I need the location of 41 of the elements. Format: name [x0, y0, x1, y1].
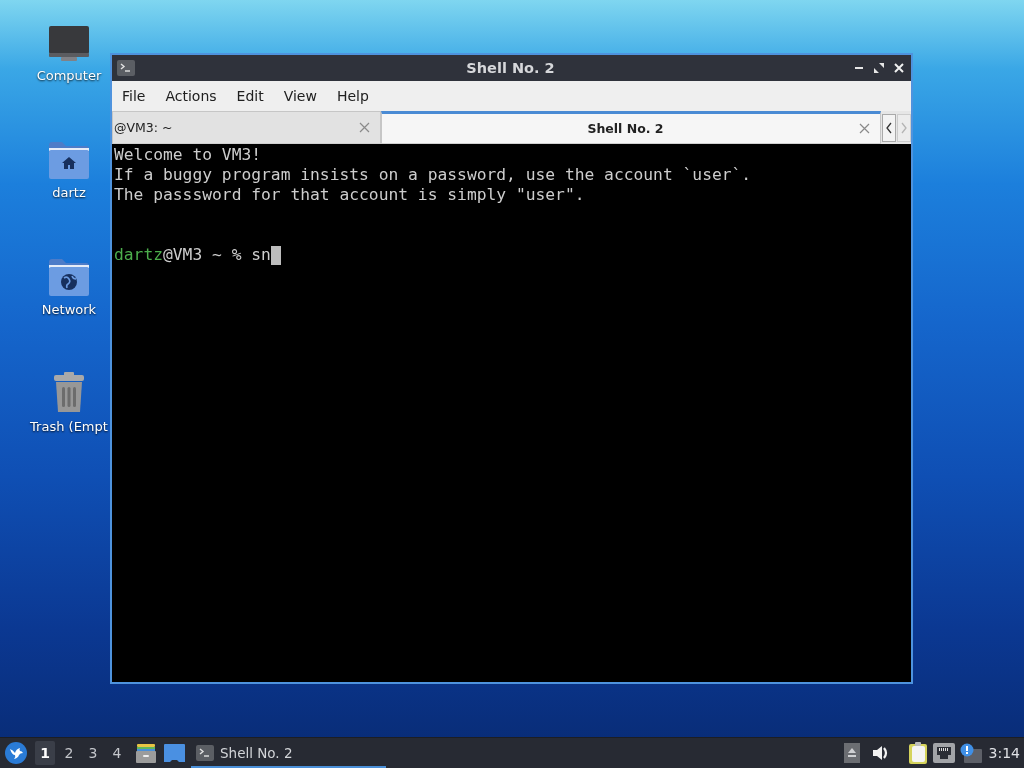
maximize-icon[interactable] — [874, 63, 884, 73]
menu-item[interactable]: Edit — [226, 84, 274, 108]
icon-label[interactable]: Trash (Empt — [30, 419, 108, 434]
home-folder-icon[interactable] — [48, 141, 90, 179]
window-title: Shell No. 2 — [466, 60, 555, 76]
tab[interactable]: @VM3: ~ — [112, 111, 381, 144]
menu-item[interactable]: Actions — [155, 84, 227, 108]
prompt-line: dartz@VM3 ~ % sn — [114, 245, 271, 265]
workspace-button[interactable]: 1 — [35, 741, 55, 765]
tab-scroll-button[interactable] — [882, 114, 896, 142]
terminal-line: If a buggy program insists on a password, use the account `user`. — [114, 165, 752, 185]
menu-item[interactable]: View — [273, 84, 327, 108]
task-button[interactable]: Shell No. 2 — [191, 738, 386, 768]
workspace-button[interactable]: 4 — [107, 741, 127, 765]
trash-can-icon[interactable] — [52, 371, 86, 413]
workspace-button[interactable]: 3 — [83, 741, 103, 765]
menu-item[interactable]: Help — [326, 84, 379, 108]
terminal-screen[interactable]: Welcome to VM3! If a buggy program insists on a password, use the account `user`. The passsword for that account is simply "user". dartz@VM3 ~ % sn — [112, 144, 911, 682]
cursor-icon — [270, 245, 281, 265]
eject-icon[interactable] — [843, 743, 860, 763]
globe-folder-icon[interactable] — [48, 258, 90, 296]
terminal-icon — [196, 745, 214, 761]
tab[interactable]: Shell No. 2 — [381, 111, 881, 144]
chevron-left-icon — [885, 122, 893, 134]
terminal-line: The passsword for that account is simply "user". — [114, 185, 585, 205]
volume-icon[interactable] — [871, 744, 890, 762]
icon-label[interactable]: dartz — [52, 185, 86, 200]
clipboard-icon[interactable] — [907, 742, 928, 764]
terminal-line: Welcome to VM3! — [114, 145, 262, 165]
workspace-button[interactable]: 2 — [59, 741, 79, 765]
file-cabinet-icon[interactable] — [135, 742, 157, 764]
monitor-icon[interactable] — [48, 24, 90, 62]
terminal-icon — [117, 60, 135, 76]
chevron-right-icon — [900, 122, 908, 134]
desktop-screen-icon[interactable] — [164, 744, 185, 762]
bird-logo-icon[interactable] — [5, 742, 27, 764]
alert-icon[interactable] — [959, 743, 982, 763]
clock[interactable]: 3:14 — [988, 745, 1020, 761]
ethernet-port-icon[interactable] — [932, 743, 955, 763]
icon-label[interactable]: Network — [41, 302, 97, 317]
menu-item[interactable]: File — [112, 84, 156, 108]
